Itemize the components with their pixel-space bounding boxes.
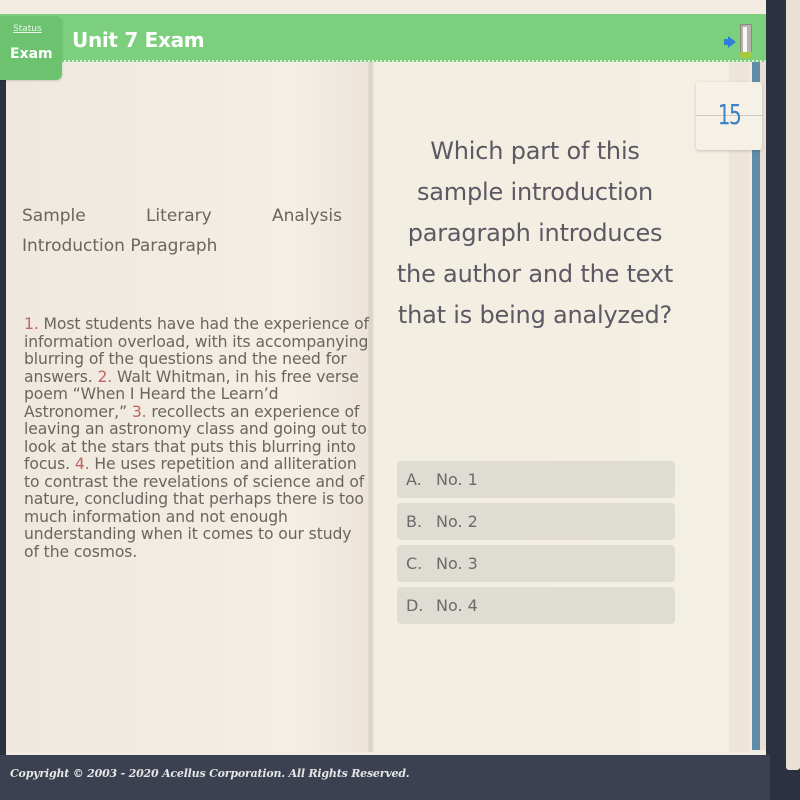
copyright-text: Copyright © 2003 - 2020 Acellus Corporat…: [10, 767, 410, 780]
outer-frame-edge: [786, 0, 800, 770]
sentence-number: 1.: [24, 315, 39, 333]
question-number: 15: [717, 98, 742, 131]
choice-letter: C.: [406, 554, 423, 573]
footer: Copyright © 2003 - 2020 Acellus Corporat…: [0, 755, 770, 800]
rail-edge: [760, 62, 766, 750]
choice-a[interactable]: A. No. 1: [397, 461, 675, 498]
passage-title-word: Sample: [22, 206, 86, 226]
passage-title-word: Analysis: [271, 206, 342, 226]
right-page-edge: [729, 62, 749, 752]
choice-d[interactable]: D. No. 4: [397, 587, 675, 624]
choice-text: No. 3: [436, 554, 478, 573]
choice-text: No. 2: [436, 512, 478, 531]
choice-c[interactable]: C. No. 3: [397, 545, 675, 582]
choice-letter: D.: [406, 596, 424, 615]
status-tab[interactable]: Status Exam: [0, 16, 62, 80]
passage-title-word: Literary: [145, 206, 212, 226]
question-text: Which part of this sample introduction p…: [396, 137, 674, 329]
choice-b[interactable]: B. No. 2: [397, 503, 675, 540]
choice-letter: B.: [406, 512, 423, 531]
sentence-number: 3.: [131, 402, 147, 421]
passage-title-line-2: Introduction Paragraph: [22, 236, 218, 256]
question-number-card: 15: [696, 82, 762, 150]
passage-title: Sample Literary Analysis Introduction Pa…: [22, 201, 342, 261]
exit-button[interactable]: [724, 24, 762, 60]
choice-text: No. 1: [436, 470, 478, 489]
answer-choices: A. No. 1 B. No. 2 C. No. 3 D. No. 4: [397, 461, 675, 629]
choice-letter: A.: [406, 470, 422, 489]
status-label: Status: [13, 24, 42, 34]
passage-title-line-1: Sample Literary Analysis: [22, 201, 342, 231]
header-bar: Unit 7 Exam: [0, 14, 766, 62]
status-value: Exam: [10, 46, 53, 62]
page-title: Unit 7 Exam: [72, 28, 205, 52]
choice-text: No. 4: [436, 596, 478, 615]
passage-body: 1. Most students have had the experience…: [24, 315, 369, 561]
sentence-number: 4.: [74, 455, 90, 473]
sentence-number: 2.: [97, 367, 113, 386]
scroll-rail[interactable]: [752, 62, 760, 750]
